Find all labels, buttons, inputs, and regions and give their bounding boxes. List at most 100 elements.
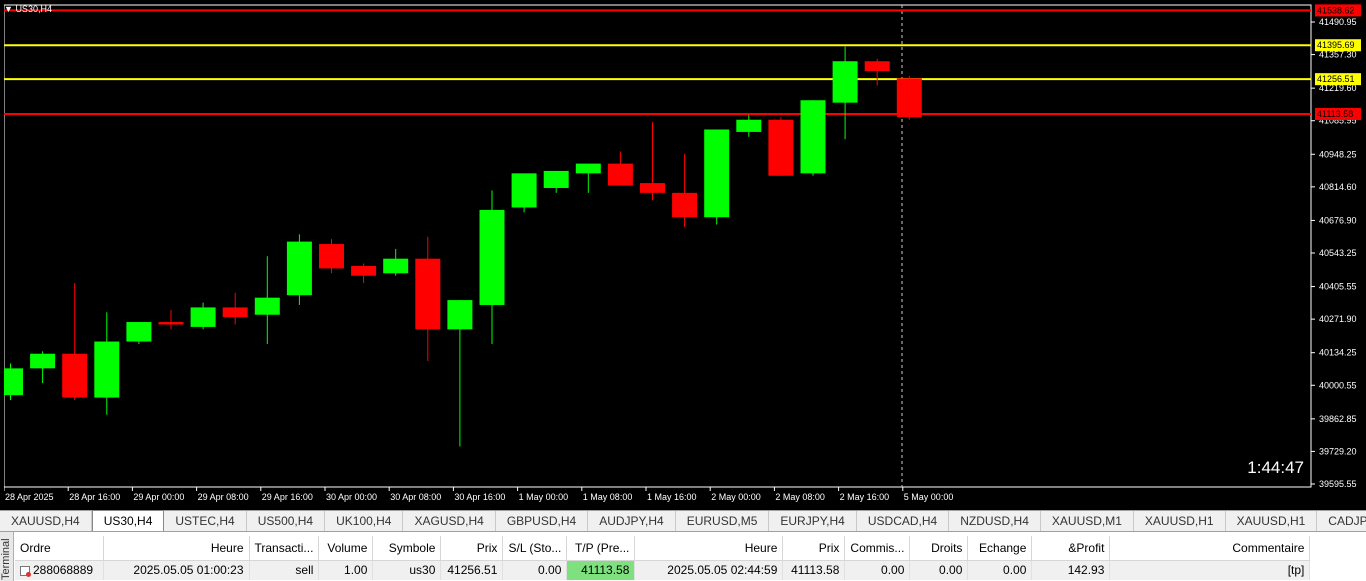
tab-chart[interactable]: XAUUSD,H1 <box>1226 511 1318 531</box>
x-tick-label: 28 Apr 2025 <box>5 492 54 502</box>
candle-bull <box>736 119 762 132</box>
table-cell: [tp] <box>1109 560 1311 580</box>
column-header[interactable]: Prix <box>440 536 504 561</box>
plot-frame <box>3 4 1312 488</box>
y-tick-label: 40676.90 <box>1319 215 1357 225</box>
tab-chart[interactable]: US30,H4 <box>91 510 165 531</box>
cell-value: us30 <box>409 563 436 578</box>
tab-chart[interactable]: USDCAD,H4 <box>857 511 950 531</box>
candle-bear <box>607 163 633 186</box>
candle-bull <box>30 353 56 369</box>
column-header[interactable]: Commis... <box>844 536 911 561</box>
column-header[interactable]: T/P (Pre... <box>566 536 636 561</box>
column-header[interactable]: &Profit <box>1031 536 1111 561</box>
cell-value: 41113.58 <box>791 563 840 578</box>
cell-value: sell <box>295 563 314 578</box>
candle-bull <box>704 129 730 218</box>
table-cell: 142.93 <box>1031 560 1111 580</box>
column-header[interactable]: Echange <box>967 536 1033 561</box>
cell-value: 142.93 <box>1067 563 1105 578</box>
table-cell: 41113.58 <box>782 560 846 580</box>
chart-symbol-label: ▼ US30,H4 <box>4 4 52 14</box>
tab-chart[interactable]: XAUUSD,H4 <box>0 511 92 531</box>
tab-chart[interactable]: USTEC,H4 <box>164 511 247 531</box>
column-header[interactable]: Heure <box>634 536 784 561</box>
price-chart[interactable]: 41490.9541357.3041219.6041085.9540948.25… <box>0 0 1366 510</box>
column-header[interactable]: Volume <box>318 536 374 561</box>
y-tick-label: 40271.90 <box>1319 314 1357 324</box>
column-header[interactable]: Symbole <box>372 536 442 561</box>
tab-chart[interactable]: XAUUSD,M1 <box>1041 511 1134 531</box>
candle-bull <box>383 258 409 274</box>
candle-bull <box>800 100 826 174</box>
candle-bull <box>286 241 312 296</box>
tab-chart[interactable]: US500,H4 <box>247 511 326 531</box>
x-tick-label: 1 May 16:00 <box>647 492 697 502</box>
terminal-side-label: Terminal <box>0 532 14 581</box>
cell-value: 288068889 <box>33 563 94 578</box>
table-cell: 0.00 <box>844 560 911 580</box>
candle-bear <box>62 353 88 398</box>
tab-chart[interactable]: XAGUSD,H4 <box>403 511 496 531</box>
x-tick-label: 30 Apr 08:00 <box>390 492 441 502</box>
table-cell: 2025.05.05 02:44:59 <box>634 560 784 580</box>
chart-symbol-text: US30,H4 <box>15 4 52 14</box>
tab-chart[interactable]: XAUUSD,H1 <box>1134 511 1226 531</box>
tab-chart[interactable]: EURUSD,M5 <box>676 511 770 531</box>
price-line-label: 41538.62 <box>1317 5 1355 15</box>
table-cell: 0.00 <box>909 560 969 580</box>
x-tick-label: 5 May 00:00 <box>904 492 954 502</box>
column-header[interactable]: Transacti... <box>249 536 320 561</box>
candle-bull <box>447 300 473 330</box>
x-tick-label: 1 May 08:00 <box>583 492 633 502</box>
candle-bear <box>222 307 248 318</box>
chart-area[interactable]: 41490.95 41357.30 41219.60 41085.95 40948.25… <box>0 0 1366 510</box>
candle-bull <box>254 297 280 315</box>
column-header[interactable]: Droits <box>909 536 969 561</box>
candle-bear <box>672 192 698 218</box>
candle-bull <box>126 322 152 342</box>
tab-chart[interactable]: UK100,H4 <box>325 511 404 531</box>
candle-bull <box>94 341 120 398</box>
candle-bear <box>158 322 184 325</box>
table-cell: 41256.51 <box>440 560 504 580</box>
cell-value: 0.00 <box>1003 563 1027 578</box>
column-header[interactable]: Commentaire <box>1109 536 1311 561</box>
cell-value: 0.00 <box>881 563 905 578</box>
x-tick-label: 29 Apr 00:00 <box>133 492 184 502</box>
candle-bear <box>415 258 441 330</box>
tab-chart[interactable]: GBPUSD,H4 <box>496 511 589 531</box>
candle-bear <box>896 78 922 118</box>
x-tick-label: 2 May 08:00 <box>775 492 825 502</box>
column-header[interactable]: Prix <box>782 536 846 561</box>
orders-header-row: Ordre Heure Transacti... Volume Symbole Prix S… <box>15 536 1311 561</box>
candle-bull <box>479 209 505 305</box>
x-tick-label: 1 May 00:00 <box>519 492 569 502</box>
tab-chart[interactable]: EURJPY,H4 <box>769 511 857 531</box>
tab-chart[interactable]: CADJPY,M1 <box>1317 511 1366 531</box>
column-header[interactable]: Ordre <box>15 536 104 561</box>
cell-value: 0.00 <box>538 563 562 578</box>
y-tick-label: 40000.55 <box>1319 380 1357 390</box>
table-row[interactable]: 288068889 2025.05.05 01:00:23 sell 1.00 us30… <box>15 560 1311 580</box>
cell-value: [tp] <box>1287 563 1305 578</box>
column-header[interactable]: S/L (Sto... <box>502 536 568 561</box>
y-tick-label: 39862.85 <box>1319 414 1357 424</box>
price-line-label: 41113.58 <box>1317 109 1353 119</box>
table-cell: 2025.05.05 01:00:23 <box>103 560 250 580</box>
candle-bear <box>319 244 344 269</box>
chart-menu-arrow-icon[interactable]: ▼ <box>4 4 13 14</box>
table-cell: 288068889 <box>15 560 104 580</box>
x-tick-label: 28 Apr 16:00 <box>69 492 120 502</box>
table-cell: sell <box>249 560 320 580</box>
x-tick-label: 2 May 00:00 <box>711 492 761 502</box>
x-tick-label: 30 Apr 16:00 <box>454 492 505 502</box>
x-tick-label: 2 May 16:00 <box>840 492 890 502</box>
price-line-label: 41395.69 <box>1317 40 1355 50</box>
tab-chart[interactable]: NZDUSD,H4 <box>949 511 1041 531</box>
tab-chart[interactable]: AUDJPY,H4 <box>588 511 676 531</box>
terminal-side-label-text: Terminal <box>0 538 12 580</box>
column-header[interactable]: Heure <box>103 536 250 561</box>
cell-value: 41256.51 <box>447 563 498 578</box>
cell-value: 2025.05.05 02:44:59 <box>667 563 778 578</box>
